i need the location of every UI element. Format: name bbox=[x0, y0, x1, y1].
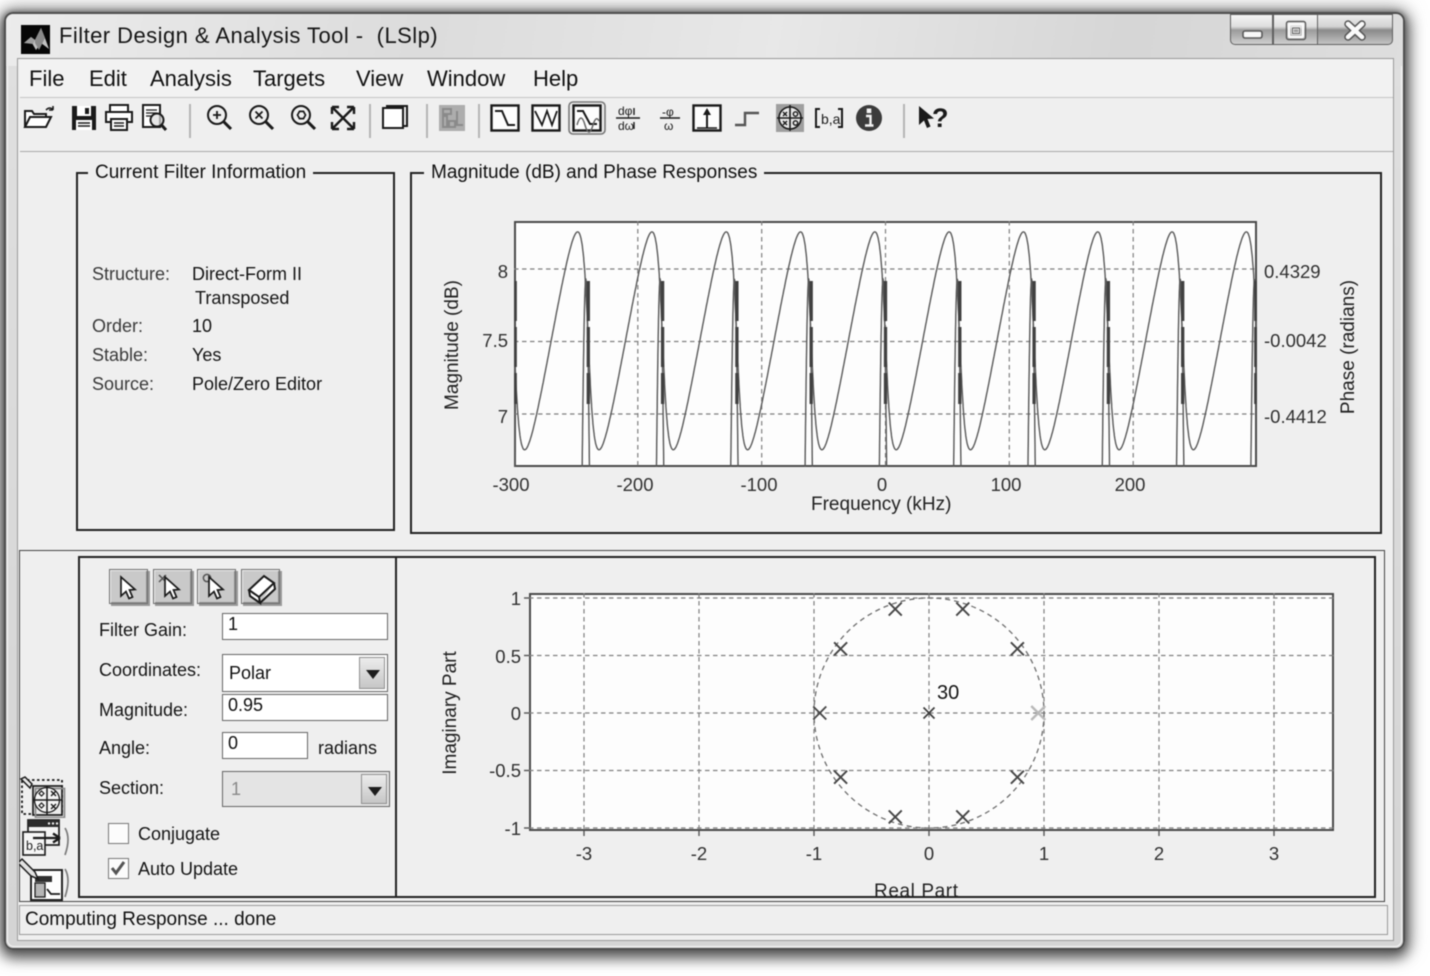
svg-text:b,a: b,a bbox=[26, 839, 43, 853]
